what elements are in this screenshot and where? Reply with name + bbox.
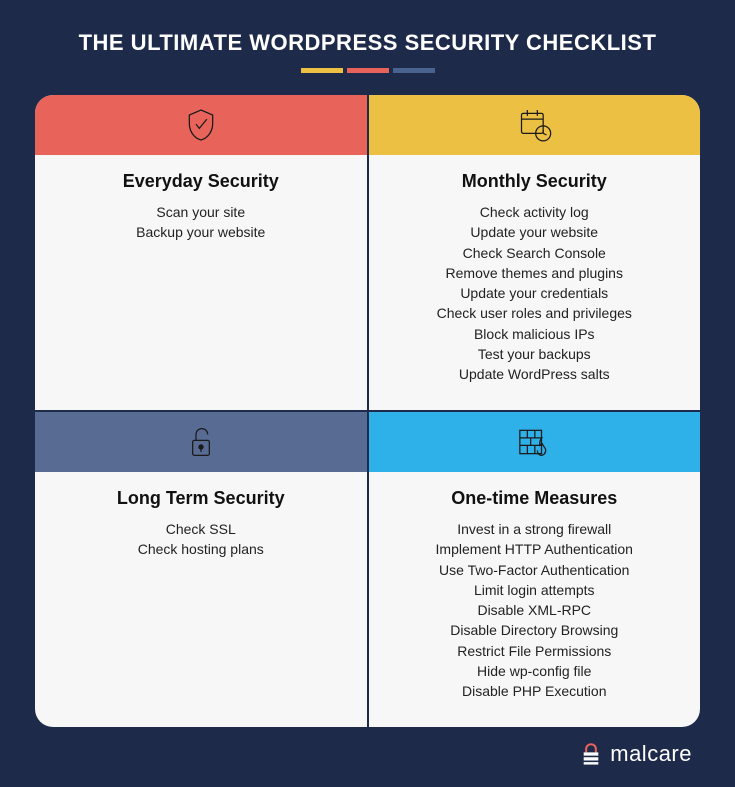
card-body-everyday: Everyday Security Scan your site Backup … (35, 155, 367, 259)
list-item: Disable XML-RPC (389, 600, 681, 620)
underline-coral (347, 68, 389, 73)
card-longterm-security: Long Term Security Check SSL Check hosti… (35, 412, 367, 727)
malcare-lock-icon (578, 741, 604, 767)
underline-yellow (301, 68, 343, 73)
list-item: Block malicious IPs (389, 324, 681, 344)
brand-logo: malcare (578, 741, 692, 767)
list-item: Invest in a strong firewall (389, 519, 681, 539)
firewall-icon (514, 422, 554, 462)
page-title: THE ULTIMATE WORDPRESS SECURITY CHECKLIS… (35, 30, 700, 56)
list-item: Check hosting plans (55, 539, 347, 559)
list-item: Update WordPress salts (389, 364, 681, 384)
list-item: Check activity log (389, 202, 681, 222)
list-item: Test your backups (389, 344, 681, 364)
list-item: Update your credentials (389, 283, 681, 303)
card-body-monthly: Monthly Security Check activity log Upda… (369, 155, 701, 401)
list-item: Disable Directory Browsing (389, 620, 681, 640)
card-onetime-measures: One-time Measures Invest in a strong fir… (369, 412, 701, 727)
title-underline (35, 68, 700, 73)
list-item: Limit login attempts (389, 580, 681, 600)
card-title-monthly: Monthly Security (389, 171, 681, 192)
card-items-onetime: Invest in a strong firewall Implement HT… (389, 519, 681, 702)
list-item: Use Two-Factor Authentication (389, 560, 681, 580)
card-header-longterm (35, 412, 367, 472)
list-item: Implement HTTP Authentication (389, 539, 681, 559)
card-header-monthly (369, 95, 701, 155)
shield-check-icon (181, 105, 221, 145)
calendar-clock-icon (514, 105, 554, 145)
card-items-longterm: Check SSL Check hosting plans (55, 519, 347, 560)
list-item: Restrict File Permissions (389, 641, 681, 661)
card-title-onetime: One-time Measures (389, 488, 681, 509)
checklist-grid: Everyday Security Scan your site Backup … (35, 95, 700, 727)
list-item: Disable PHP Execution (389, 681, 681, 701)
card-header-everyday (35, 95, 367, 155)
list-item: Hide wp-config file (389, 661, 681, 681)
list-item: Remove themes and plugins (389, 263, 681, 283)
card-title-longterm: Long Term Security (55, 488, 347, 509)
brand-name: malcare (610, 741, 692, 767)
card-monthly-security: Monthly Security Check activity log Upda… (369, 95, 701, 410)
card-body-onetime: One-time Measures Invest in a strong fir… (369, 472, 701, 718)
list-item: Update your website (389, 222, 681, 242)
card-body-longterm: Long Term Security Check SSL Check hosti… (35, 472, 367, 576)
list-item: Check user roles and privileges (389, 303, 681, 323)
underline-blue (393, 68, 435, 73)
list-item: Scan your site (55, 202, 347, 222)
list-item: Backup your website (55, 222, 347, 242)
card-header-onetime (369, 412, 701, 472)
card-items-monthly: Check activity log Update your website C… (389, 202, 681, 385)
unlock-icon (181, 422, 221, 462)
footer: malcare (35, 741, 700, 767)
card-everyday-security: Everyday Security Scan your site Backup … (35, 95, 367, 410)
list-item: Check SSL (55, 519, 347, 539)
list-item: Check Search Console (389, 243, 681, 263)
card-items-everyday: Scan your site Backup your website (55, 202, 347, 243)
card-title-everyday: Everyday Security (55, 171, 347, 192)
